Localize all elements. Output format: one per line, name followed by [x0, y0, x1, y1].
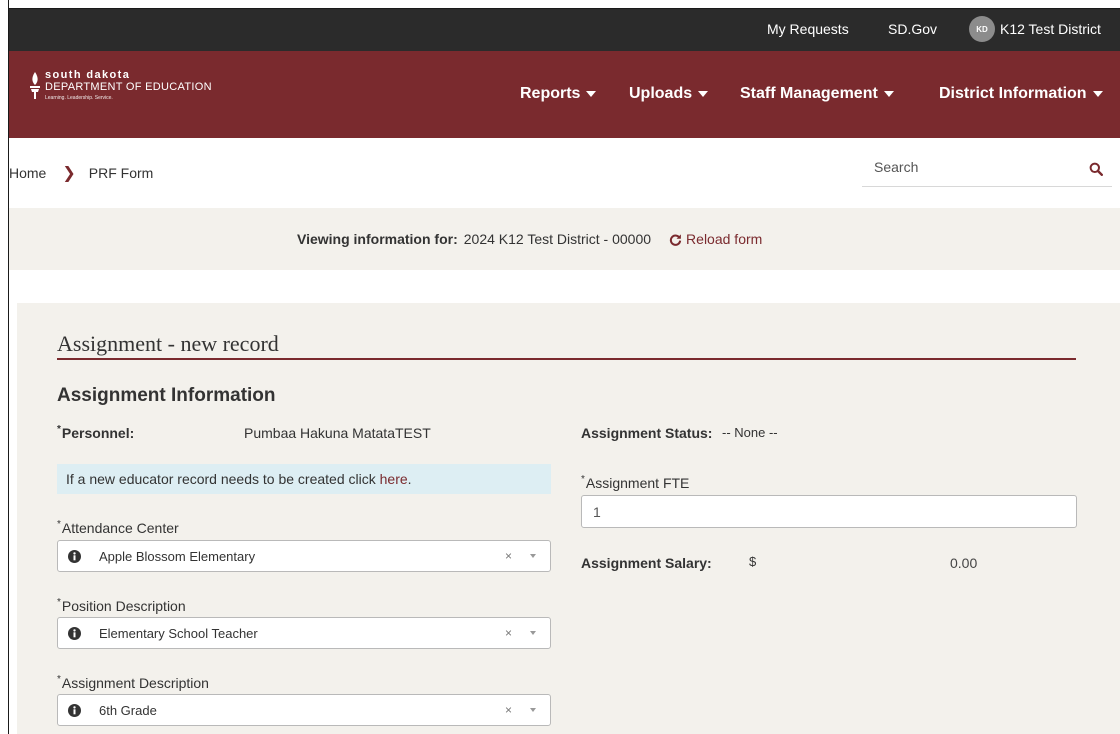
- personnel-label: *Personnel:: [57, 424, 135, 441]
- clear-icon[interactable]: ×: [505, 549, 512, 563]
- sd-gov-link[interactable]: SD.Gov: [888, 21, 937, 37]
- assignment-description-label-text: Assignment Description: [61, 675, 209, 691]
- search-input[interactable]: [874, 159, 1074, 175]
- chevron-down-icon[interactable]: [530, 631, 536, 635]
- required-marker: *: [57, 597, 61, 608]
- user-menu[interactable]: KD K12 Test District: [969, 16, 1101, 42]
- caret-down-icon: [1092, 91, 1103, 97]
- assignment-description-label: *Assignment Description: [57, 674, 209, 691]
- new-educator-info-box: If a new educator record needs to be cre…: [57, 464, 551, 494]
- attendance-center-label: *Attendance Center: [57, 519, 179, 536]
- salary-currency-symbol: $: [749, 554, 757, 569]
- reload-form-label: Reload form: [686, 231, 763, 247]
- position-description-select[interactable]: Elementary School Teacher ×: [57, 617, 551, 649]
- viewing-label: Viewing information for:: [297, 231, 458, 247]
- chevron-down-icon[interactable]: [530, 554, 536, 558]
- personnel-value: Pumbaa Hakuna MatataTEST: [244, 425, 431, 441]
- breadcrumb-home[interactable]: Home: [9, 165, 46, 181]
- avatar: KD: [969, 16, 995, 42]
- required-marker: *: [57, 519, 61, 530]
- nav-staff-management-label: Staff Management: [740, 85, 878, 102]
- search-icon[interactable]: [1089, 162, 1103, 176]
- assignment-fte-input[interactable]: [581, 495, 1077, 528]
- nav-uploads[interactable]: Uploads: [629, 85, 709, 103]
- clear-icon[interactable]: ×: [505, 703, 512, 717]
- nav-staff-management[interactable]: Staff Management: [740, 85, 894, 103]
- flame-logo-icon: [30, 72, 40, 99]
- breadcrumb-current: PRF Form: [88, 165, 154, 181]
- logo-line-1: south dakota: [45, 69, 131, 81]
- assignment-status-value: -- None --: [722, 425, 778, 440]
- clear-icon[interactable]: ×: [505, 626, 512, 640]
- attendance-center-label-text: Attendance Center: [61, 520, 179, 536]
- assignment-fte-label-text: Assignment FTE: [585, 475, 690, 491]
- assignment-description-value: 6th Grade: [99, 702, 157, 718]
- sd-doe-logo[interactable]: south dakota DEPARTMENT OF EDUCATION Lea…: [29, 70, 212, 101]
- personnel-label-text: Personnel:: [61, 425, 135, 441]
- reload-form-link[interactable]: Reload form: [669, 231, 762, 247]
- form-title: Assignment - new record: [57, 331, 279, 356]
- refresh-icon: [669, 233, 682, 246]
- nav-district-information[interactable]: District Information: [939, 85, 1103, 103]
- assignment-salary-value: 0.00: [950, 555, 978, 571]
- breadcrumb: Home ❯ PRF Form: [9, 163, 153, 183]
- info-text: If a new educator record needs to be cre…: [66, 471, 380, 487]
- assignment-description-select[interactable]: 6th Grade ×: [57, 694, 551, 726]
- info-circle-icon[interactable]: [68, 549, 81, 563]
- logo-line-2: DEPARTMENT OF EDUCATION: [45, 81, 212, 93]
- caret-down-icon: [883, 91, 894, 97]
- position-description-label: *Position Description: [57, 597, 186, 614]
- required-marker: *: [57, 424, 61, 435]
- required-marker: *: [57, 674, 61, 685]
- required-marker: *: [581, 474, 585, 485]
- main-navbar: south dakota DEPARTMENT OF EDUCATION Lea…: [9, 51, 1120, 138]
- nav-reports[interactable]: Reports: [520, 85, 597, 103]
- nav-uploads-label: Uploads: [629, 85, 693, 102]
- create-educator-link[interactable]: here: [380, 471, 408, 487]
- chevron-right-icon: ❯: [62, 165, 76, 182]
- title-divider: [57, 358, 1076, 360]
- logo-tagline: Learning. Leadership. Service.: [45, 95, 113, 101]
- my-requests-link[interactable]: My Requests: [767, 21, 849, 37]
- attendance-center-value: Apple Blossom Elementary: [99, 548, 256, 564]
- attendance-center-select[interactable]: Apple Blossom Elementary ×: [57, 540, 551, 572]
- nav-district-information-label: District Information: [939, 85, 1087, 102]
- position-description-value: Elementary School Teacher: [99, 625, 258, 641]
- search-box: [862, 153, 1112, 187]
- assignment-salary-label: Assignment Salary:: [581, 555, 712, 571]
- assignment-status-label: Assignment Status:: [581, 425, 713, 441]
- top-utility-bar: My Requests SD.Gov KD K12 Test District: [9, 9, 1120, 51]
- nav-reports-label: Reports: [520, 85, 581, 102]
- viewing-value: 2024 K12 Test District - 00000: [463, 231, 652, 247]
- info-circle-icon[interactable]: [68, 703, 81, 717]
- viewing-info-banner: Viewing information for: 2024 K12 Test D…: [9, 208, 1120, 270]
- info-circle-icon[interactable]: [68, 626, 81, 640]
- user-name: K12 Test District: [1000, 21, 1101, 37]
- caret-down-icon: [586, 91, 597, 97]
- position-description-label-text: Position Description: [61, 598, 186, 614]
- assignment-fte-label: *Assignment FTE: [581, 474, 690, 491]
- caret-down-icon: [698, 91, 709, 97]
- section-title: Assignment Information: [57, 385, 276, 406]
- chevron-down-icon[interactable]: [530, 708, 536, 712]
- info-period: .: [407, 471, 412, 487]
